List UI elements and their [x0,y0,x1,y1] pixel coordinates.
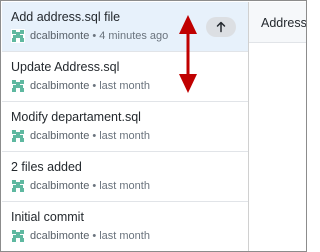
meta-separator: • [92,130,97,142]
arrow-up-icon [216,21,226,33]
commit-item[interactable]: Initial commit dcalbimonte • last month [2,202,248,251]
meta-separator: • [92,180,97,192]
commit-author: dcalbimonte [30,130,90,142]
commit-item[interactable]: 2 files added dcalbimonte • last month [2,152,248,202]
commit-time: last month [99,180,150,192]
commit-time: last month [99,80,150,92]
changed-file-tab[interactable]: Address.s [249,2,306,43]
commit-item[interactable]: Add address.sql file dcalbimonte • 4 min… [2,2,248,52]
commit-meta: dcalbimonte • last month [11,179,248,193]
commit-item[interactable]: Modify departament.sql dcalbimonte • las… [2,102,248,152]
meta-separator: • [92,230,97,242]
commit-title: Update Address.sql [11,60,120,74]
unpushed-commit-badge[interactable] [206,17,236,37]
app-window: Add address.sql file dcalbimonte • 4 min… [0,0,307,252]
commit-time: last month [99,130,150,142]
commit-title: Modify departament.sql [11,110,141,124]
commit-time: last month [99,230,150,242]
commit-author: dcalbimonte [30,30,90,42]
commit-title: 2 files added [11,160,82,174]
avatar-icon [11,179,25,193]
avatar-icon [11,129,25,143]
avatar-icon [11,29,25,43]
commit-author: dcalbimonte [30,80,90,92]
commit-history-list: Add address.sql file dcalbimonte • 4 min… [2,2,249,251]
meta-separator: • [92,80,97,92]
avatar-icon [11,229,25,243]
commit-title: Initial commit [11,210,84,224]
commit-meta: dcalbimonte • last month [11,129,248,143]
commit-detail-pane: Address.s [249,2,306,251]
commit-meta: dcalbimonte • last month [11,229,248,243]
commit-item[interactable]: Update Address.sql dcalbimonte • last mo… [2,52,248,102]
commit-author: dcalbimonte [30,180,90,192]
commit-time: 4 minutes ago [99,30,169,42]
commit-author: dcalbimonte [30,230,90,242]
meta-separator: • [92,30,97,42]
commit-meta: dcalbimonte • last month [11,79,248,93]
avatar-icon [11,79,25,93]
